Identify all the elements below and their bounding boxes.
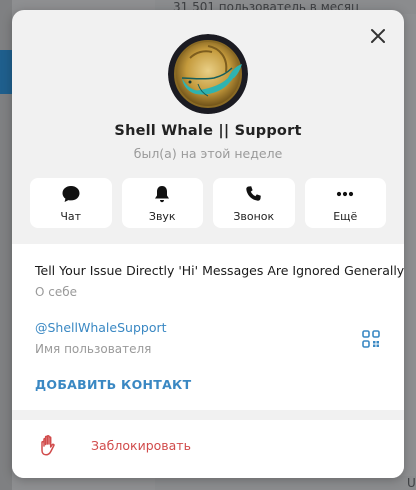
info-section: Tell Your Issue Directly 'Hi' Messages A…: [12, 244, 404, 410]
avatar[interactable]: [168, 34, 248, 114]
more-label: Ещё: [333, 209, 358, 223]
close-icon: [371, 29, 385, 43]
sound-button[interactable]: Звук: [121, 178, 203, 228]
sound-label: Звук: [148, 209, 176, 223]
block-user-label: Заблокировать: [91, 438, 191, 453]
chat-label: Чат: [60, 209, 82, 223]
close-button[interactable]: [366, 24, 390, 48]
whale-logo-icon: [168, 34, 248, 114]
phone-icon: [244, 184, 264, 204]
qr-code-button[interactable]: [362, 330, 380, 348]
call-label: Звонок: [233, 209, 275, 223]
profile-name: Shell Whale || Support: [114, 123, 302, 139]
username-caption: Имя пользователя: [35, 342, 152, 356]
username-link[interactable]: @ShellWhaleSupport: [35, 320, 167, 335]
bio-caption: О себе: [35, 285, 78, 299]
action-bar: Чат Звук Звонок Ещё: [30, 178, 386, 228]
call-button[interactable]: Звонок: [213, 178, 295, 228]
bell-icon: [152, 184, 172, 204]
background-active-tab: [0, 50, 12, 94]
profile-status: был(а) на этой неделе: [133, 146, 283, 161]
more-button[interactable]: Ещё: [304, 178, 386, 228]
stop-hand-icon: [38, 434, 60, 458]
profile-modal: Shell Whale || Support был(а) на этой не…: [12, 10, 404, 478]
qr-code-icon: [362, 330, 380, 348]
more-icon: [335, 184, 355, 204]
bio-text: Tell Your Issue Directly 'Hi' Messages A…: [35, 263, 404, 278]
chat-icon: [61, 184, 81, 204]
add-contact-button[interactable]: ДОБАВИТЬ КОНТАКТ: [35, 377, 191, 392]
block-user-button[interactable]: Заблокировать: [12, 420, 404, 478]
chat-button[interactable]: Чат: [30, 178, 112, 228]
background-message-text: USDT!: [155, 476, 416, 490]
